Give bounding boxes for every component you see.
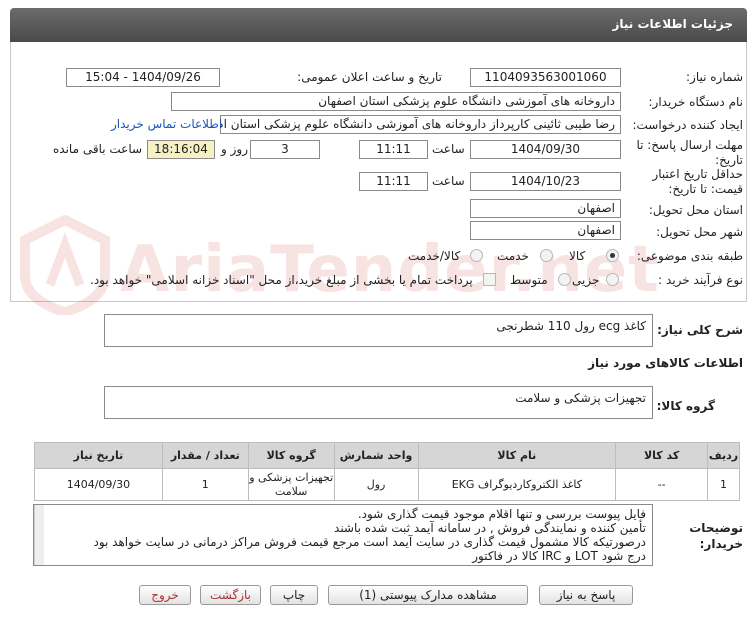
buyer-org-label: نام دستگاه خریدار: xyxy=(648,95,744,109)
reply-time-field: 11:11 xyxy=(359,140,428,159)
cell-item-name: کاغذ الکتروکاردیوگراف EKG xyxy=(417,468,617,501)
price-validity-label: حداقل تاریخ اعتبار قیمت: تا تاریخ: xyxy=(652,167,743,196)
buyer-notes-line: تأمین کننده و نمایندگی فروش , در سامانه … xyxy=(334,521,646,535)
days-field: 3 xyxy=(250,140,320,159)
goods-group-value: تجهیزات پزشکی و سلامت xyxy=(515,391,646,405)
buyer-org-field: داروخانه های آموزشی دانشگاه علوم پزشکی ا… xyxy=(171,92,621,111)
buyer-notes-label: توضیحات خریدار: xyxy=(689,521,743,551)
cell-row-number: 1 xyxy=(707,468,740,501)
col-header-quantity: تعداد / مقدار xyxy=(161,442,249,469)
buyer-notes-scrollbar[interactable] xyxy=(34,505,44,565)
remaining-time-field: 18:16:04 xyxy=(147,140,215,159)
reply-date-field: 1404/09/30 xyxy=(470,140,621,159)
category-label: طبقه بندی موضوعی: xyxy=(636,249,743,263)
table-row[interactable]: 1 -- کاغذ الکتروکاردیوگراف EKG رول تجهیز… xyxy=(34,468,740,501)
category-goods-service-label: کالا/خدمت xyxy=(408,249,461,263)
reply-button[interactable]: پاسخ به نیاز xyxy=(539,585,633,605)
col-header-item-code: کد کالا xyxy=(615,442,709,469)
view-attachments-button[interactable]: مشاهده مدارک پیوستی (1) xyxy=(328,585,528,605)
days-label: روز و xyxy=(221,142,248,156)
goods-group-textarea: تجهیزات پزشکی و سلامت xyxy=(104,386,653,419)
city-field: اصفهان xyxy=(470,221,621,240)
city-label: شهر محل تحویل: xyxy=(656,225,743,239)
process-medium-radio[interactable] xyxy=(558,273,571,286)
category-service-radio[interactable] xyxy=(540,249,553,262)
payment-treasury-checkbox[interactable] xyxy=(483,273,496,286)
cell-item-code: -- xyxy=(615,468,709,501)
validity-time-field: 11:11 xyxy=(359,172,428,191)
buyer-notes-line: درصورتیکه کالا مشمول قیمت گذاری در سایت … xyxy=(93,535,646,549)
process-minor-radio[interactable] xyxy=(606,273,619,286)
summary-textarea: کاغذ ecg رول 110 شطرنجی xyxy=(104,314,653,347)
province-label: استان محل تحویل: xyxy=(648,203,743,217)
col-header-item-name: نام کالا xyxy=(417,442,617,469)
col-header-group: گروه کالا xyxy=(247,442,335,469)
validity-time-label: ساعت xyxy=(432,174,465,188)
reply-deadline-label: مهلت ارسال پاسخ: تا تاریخ: xyxy=(636,138,743,167)
back-button[interactable]: بازگشت xyxy=(200,585,261,605)
process-minor-label: جزیی xyxy=(572,273,600,287)
need-number-label: شماره نیاز: xyxy=(686,70,743,84)
process-label: نوع فرآیند خرید : xyxy=(658,273,743,287)
need-number-field: 1104093563001060 xyxy=(470,68,621,87)
summary-label: شرح کلی نیاز: xyxy=(657,323,743,337)
goods-section-title: اطلاعات کالاهای مورد نیاز xyxy=(588,356,743,370)
announce-field: 1404/09/26 - 15:04 xyxy=(66,68,220,87)
page: جزئیات اطلاعات نیاز AriaTender.net شماره… xyxy=(0,0,755,622)
goods-group-label: گروه کالا: xyxy=(656,399,715,413)
col-header-row-number: ردیف xyxy=(707,442,740,469)
cell-quantity: 1 xyxy=(161,468,249,501)
buyer-notes-textarea[interactable]: فایل پیوست بررسی و تنها اقلام موجود قیمت… xyxy=(33,504,653,566)
cell-unit: رول xyxy=(333,468,419,501)
payment-note: پرداخت تمام یا بخشی از مبلغ خرید،از محل … xyxy=(90,273,473,287)
items-table: ردیف کد کالا نام کالا واحد شمارش گروه کا… xyxy=(34,442,740,501)
validity-date-field: 1404/10/23 xyxy=(470,172,621,191)
category-goods-label: کالا xyxy=(569,249,586,263)
print-button[interactable]: چاپ xyxy=(270,585,318,605)
category-service-label: خدمت xyxy=(497,249,529,263)
summary-text: کاغذ ecg رول 110 شطرنجی xyxy=(496,319,646,333)
remaining-label: ساعت باقی مانده xyxy=(53,142,143,156)
announce-label: تاریخ و ساعت اعلان عمومی: xyxy=(297,70,442,84)
category-goods-service-radio[interactable] xyxy=(470,249,483,262)
requester-field: رضا طیبی ثائینی کارپرداز داروخانه های آم… xyxy=(220,115,621,134)
col-header-need-date: تاریخ نیاز xyxy=(34,442,163,469)
title-bar: جزئیات اطلاعات نیاز xyxy=(10,8,747,42)
exit-button[interactable]: خروج xyxy=(139,585,191,605)
cell-need-date: 1404/09/30 xyxy=(34,468,163,501)
buyer-notes-line: فایل پیوست بررسی و تنها اقلام موجود قیمت… xyxy=(357,507,646,521)
requester-label: ایجاد کننده درخواست: xyxy=(632,118,743,132)
province-field: اصفهان xyxy=(470,199,621,218)
col-header-unit: واحد شمارش xyxy=(333,442,419,469)
reply-time-label: ساعت xyxy=(432,142,465,156)
cell-group: تجهیزات پزشکی و سلامت xyxy=(247,468,335,501)
table-header-row: ردیف کد کالا نام کالا واحد شمارش گروه کا… xyxy=(34,442,740,469)
process-medium-label: متوسط xyxy=(510,273,548,287)
category-goods-radio[interactable] xyxy=(606,249,619,262)
buyer-notes-line: درج شود LOT و IRC کالا در فاکتور xyxy=(472,549,646,563)
page-title: جزئیات اطلاعات نیاز xyxy=(612,17,733,31)
buyer-contact-link[interactable]: اطلاعات تماس خریدار xyxy=(111,117,222,131)
